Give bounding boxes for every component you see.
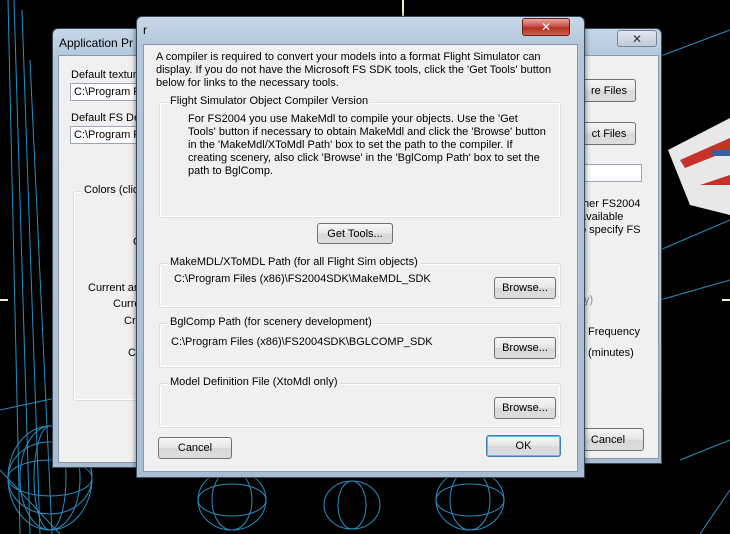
partial-label: C [128,347,136,359]
model-definition-group: Model Definition File (XtoMdl only) Brow… [159,376,561,428]
partial-label: Cr [124,315,136,327]
compiler-version-group: Flight Simulator Object Compiler Version… [159,95,561,218]
close-button[interactable]: ✕ [617,30,657,47]
model-definition-browse-button[interactable]: Browse... [494,397,556,419]
info-line: available [580,211,624,223]
default-texture-field[interactable]: C:\Program F [70,83,142,101]
colors-group: Colors (click [73,184,146,401]
window-title: Application Pr [59,36,134,50]
bglcomp-path-group-label: BglComp Path (for scenery development) [168,316,374,328]
partial-label: Current ar [88,282,138,294]
default-texture-label: Default textur [71,69,137,81]
application-preferences-window: Application Pr Default textur C:\Program… [52,28,146,468]
close-icon: ✕ [631,31,643,46]
cancel-button-label: Cancel [590,433,626,446]
makemdl-path-group: MakeMDL/XToMDL Path (for all Flight Sim … [159,256,561,308]
get-tools-button-label: Get Tools... [327,227,383,240]
close-icon: ✕ [540,20,552,34]
bglcomp-path-group: BglComp Path (for scenery development) C… [159,316,561,368]
intro-text: A compiler is required to convert your m… [156,51,552,89]
cancel-button-label: Cancel [177,442,213,454]
cancel-button[interactable]: Cancel [158,437,232,459]
makemdl-browse-button-label: Browse... [502,282,548,294]
bracket-text: y) [584,294,594,306]
compiler-version-text: For FS2004 you use MakeMdl to compile yo… [188,113,546,177]
model-definition-group-label: Model Definition File (XtoMdl only) [168,376,340,388]
window-client-area: Default textur C:\Program F Default FS D… [58,55,146,463]
makemdl-path-value: C:\Program Files (x86)\FS2004SDK\MakeMDL… [174,273,431,285]
default-fs-label: Default FS De [71,112,141,124]
frequency-label: Frequency [588,326,640,338]
dialog-client-area: A compiler is required to convert your m… [143,44,578,472]
info-line: o specify FS [580,224,641,236]
ok-button-label: OK [515,440,532,452]
model-definition-browse-button-label: Browse... [502,402,548,414]
makemdl-browse-button[interactable]: Browse... [494,277,556,299]
files-button-label: re Files [590,84,628,97]
minutes-label: (minutes) [588,347,634,359]
info-line: ther FS2004 [580,198,641,210]
makemdl-path-group-label: MakeMDL/XToMDL Path (for all Flight Sim … [168,256,420,268]
ok-button[interactable]: OK [486,435,561,457]
get-tools-button[interactable]: Get Tools... [317,223,393,244]
dialog-title: r [143,23,147,37]
bglcomp-browse-button-label: Browse... [502,342,548,354]
bglcomp-browse-button[interactable]: Browse... [494,337,556,359]
close-button[interactable]: ✕ [522,18,570,36]
compiler-settings-dialog: r ✕ A compiler is required to convert yo… [136,16,585,478]
default-fs-field[interactable]: C:\Program F [70,126,142,144]
secondary-window: ✕ re Files ct Files ther FS2004 availabl… [566,28,662,464]
compiler-version-group-label: Flight Simulator Object Compiler Version [168,95,371,107]
bglcomp-path-value: C:\Program Files (x86)\FS2004SDK\BGLCOMP… [171,336,433,348]
object-files-button-label: ct Files [591,127,627,140]
window-client-area: re Files ct Files ther FS2004 available … [566,55,659,459]
